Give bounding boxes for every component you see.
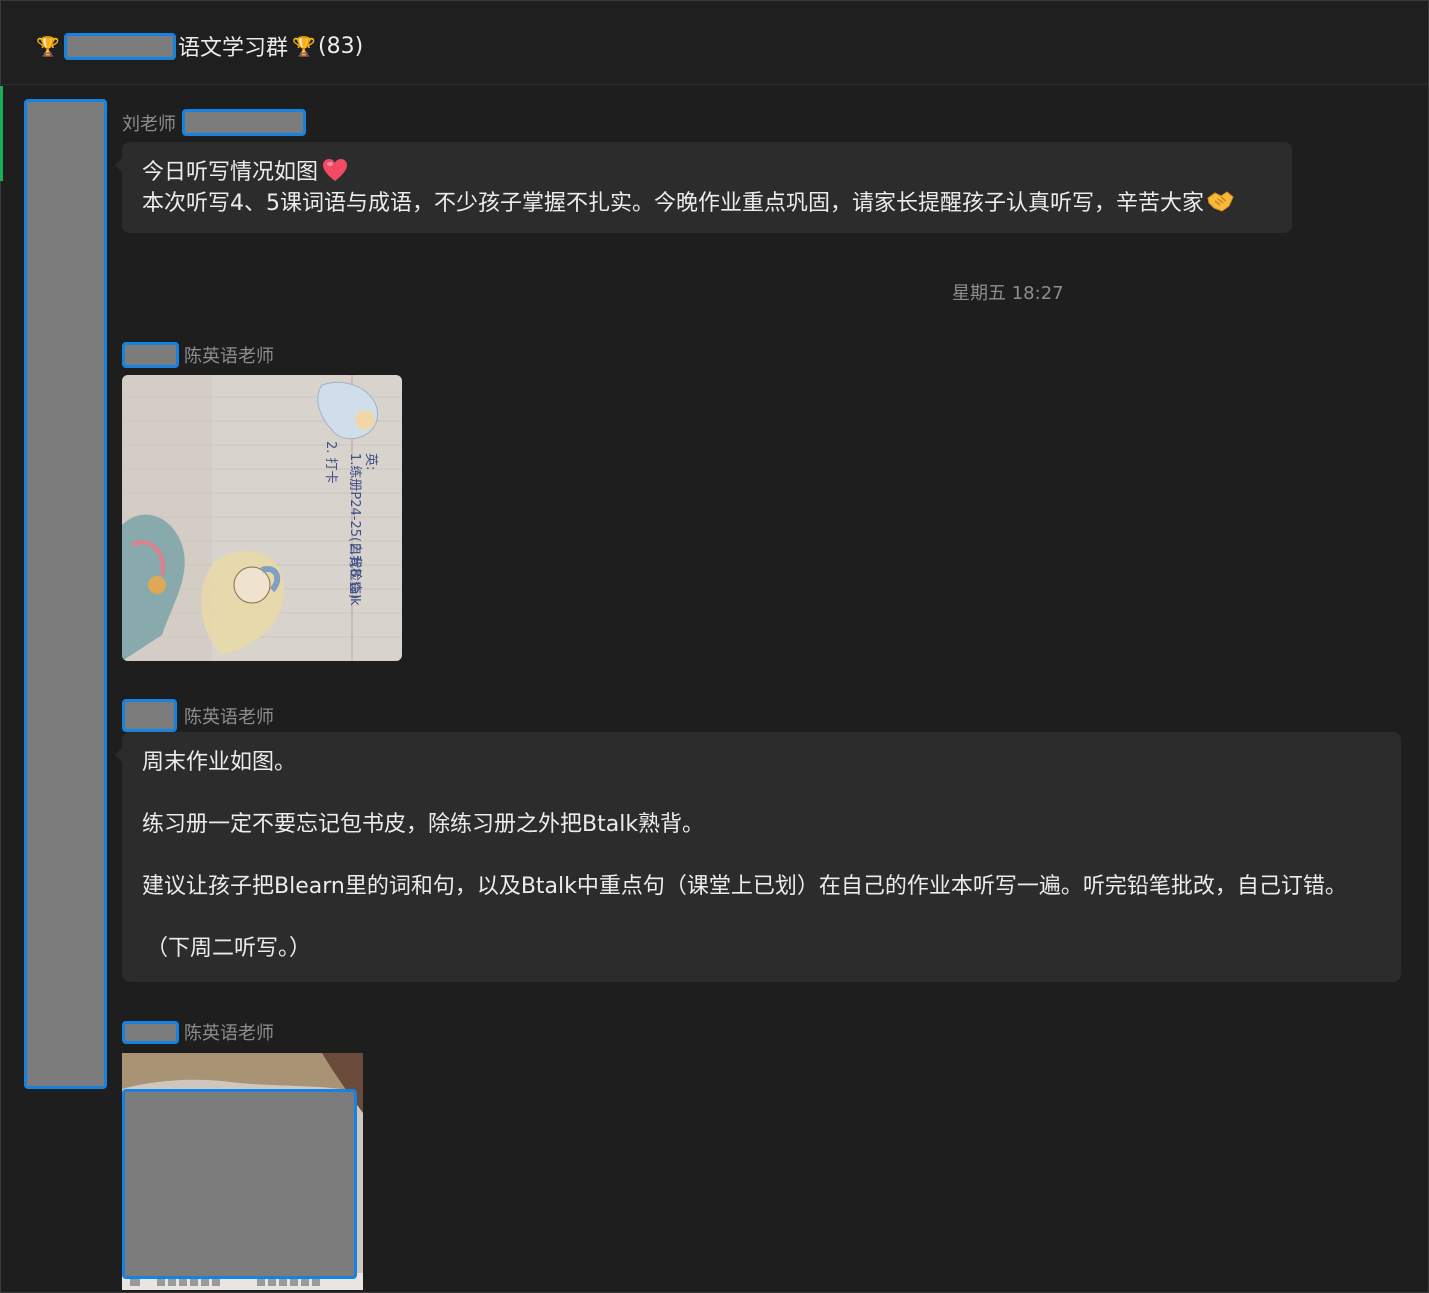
sender-name: 陈英语老师 (122, 342, 274, 368)
redacted-sender-prefix (122, 699, 177, 732)
homework-photo[interactable] (122, 1053, 363, 1290)
chat-title-text: 语文学习群 (178, 36, 289, 61)
message-line: （下周二听写。） (146, 936, 312, 961)
redacted-sender-prefix (122, 342, 179, 368)
message-line (142, 840, 1381, 871)
member-count: (83) (318, 33, 364, 59)
trophy-icon: 🏆 (36, 35, 60, 58)
sender-name: 陈英语老师 (122, 1019, 274, 1045)
message-line: 建议让孩子把Blearn里的词和句，以及Btalk中重点句（课堂上已划）在自己的… (142, 874, 1347, 899)
sender-name-text: 陈英语老师 (184, 1023, 274, 1044)
heart-emoji-icon (323, 159, 348, 181)
redacted-photo-area (122, 1089, 357, 1279)
sender-name: 陈英语老师 (122, 699, 274, 732)
photo-content: 英: 1.练册P24-25(自我检查) 2.背B talk 2. 打卡 (122, 375, 402, 661)
sender-name-text: 陈英语老师 (184, 346, 274, 367)
redacted-group-name (64, 32, 176, 60)
message-text: 本次听写4、5课词语与成语，不少孩子掌握不扎实。今晚作业重点巩固，请家长提醒孩子… (142, 191, 1204, 216)
homework-photo[interactable]: 英: 1.练册P24-25(自我检查) 2.背B talk 2. 打卡 (122, 375, 402, 661)
message-line: 本次听写4、5课词语与成语，不少孩子掌握不扎实。今晚作业重点巩固，请家长提醒孩子… (142, 188, 1272, 219)
message-bubble[interactable]: 今日听写情况如图 本次听写4、5课词语与成语，不少孩子掌握不扎实。今晚作业重点巩… (115, 142, 1292, 233)
redacted-sender-info (182, 109, 306, 136)
message-bubble[interactable]: 周末作业如图。 练习册一定不要忘记包书皮，除练习册之外把Btalk熟背。 建议让… (115, 732, 1401, 982)
photo-text: 2. 打卡 (323, 441, 338, 484)
message-line (142, 902, 1381, 933)
message-line (142, 778, 1381, 809)
message-line: 练习册一定不要忘记包书皮，除练习册之外把Btalk熟背。 (142, 812, 705, 837)
timestamp: 星期五 18:27 (952, 283, 1064, 304)
photo-text: 2.背B talk (347, 543, 362, 606)
message-text: 今日听写情况如图 (142, 160, 319, 185)
trophy-icon: 🏆 (292, 35, 316, 58)
chat-title[interactable]: 🏆 语文学习群 🏆 (83) (36, 30, 363, 62)
message-line: 今日听写情况如图 (142, 157, 1272, 188)
sender-name: 刘老师 (122, 109, 306, 136)
message-line: 周末作业如图。 (142, 750, 297, 775)
redacted-sender-prefix (122, 1020, 179, 1044)
chat-header: 🏆 语文学习群 🏆 (83) (2, 2, 1427, 85)
handshake-emoji-icon (1207, 191, 1234, 212)
active-indicator (0, 86, 3, 181)
sender-name-text: 刘老师 (122, 113, 176, 135)
avatar-redacted[interactable] (24, 99, 107, 1089)
photo-text: 英: (363, 453, 378, 470)
sender-name-text: 陈英语老师 (184, 706, 274, 728)
